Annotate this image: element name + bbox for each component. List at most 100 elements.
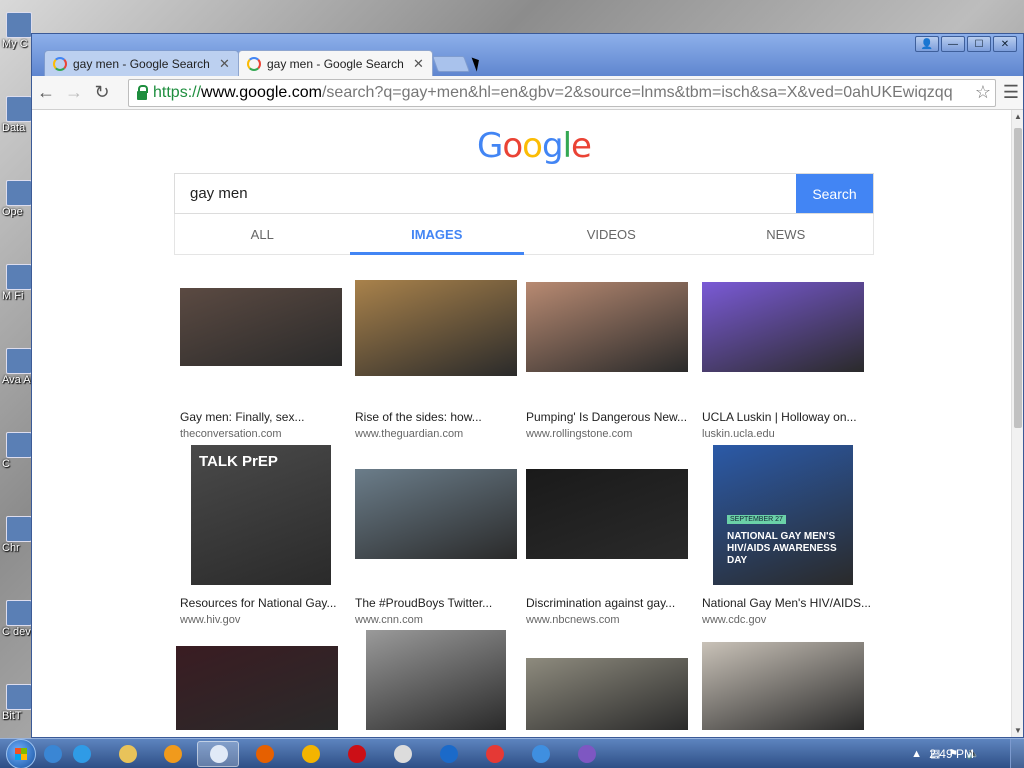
title-bar: gay men - Google Search ✕ gay men - Goog… (32, 34, 1023, 76)
shortcut-icon (6, 600, 32, 626)
mouse-cursor-icon (471, 55, 483, 72)
windows-logo-icon (15, 748, 27, 760)
tab-2[interactable]: gay men - Google Search ✕ (238, 50, 433, 76)
desktop-icon-label: C dev (2, 626, 31, 638)
minimize-button[interactable]: — (941, 36, 965, 52)
result-source[interactable]: www.hiv.gov (180, 614, 240, 626)
result-image[interactable]: TALK PrEP (191, 445, 331, 585)
google-favicon-icon (53, 56, 67, 71)
reload-button[interactable]: ↻ (88, 79, 116, 107)
result-source[interactable]: www.cdc.gov (702, 614, 766, 626)
shortcut-icon (6, 516, 32, 542)
app-purple-icon[interactable] (578, 745, 596, 763)
result-title[interactable]: Rise of the sides: how... (355, 410, 482, 424)
google-favicon-icon (247, 56, 261, 71)
back-button[interactable]: ← (32, 79, 60, 107)
search-nav-tabs: ALL IMAGES VIDEOS NEWS (174, 214, 874, 255)
firefox-icon[interactable] (256, 745, 274, 763)
desktop-icon-label: M Fi (2, 290, 24, 302)
desktop-icon-label: My C (2, 38, 28, 50)
show-desktop-button[interactable] (1010, 739, 1024, 768)
result-image[interactable] (355, 280, 517, 376)
app-ball-icon[interactable] (486, 745, 504, 763)
desktop-icon[interactable]: M Fi (0, 264, 34, 302)
result-source[interactable]: www.rollingstone.com (526, 428, 632, 440)
browser-toolbar: ← → ↻ https://www.google.com/search?q=ga… (32, 76, 1023, 110)
tab-news[interactable]: NEWS (699, 214, 874, 254)
browser-window: gay men - Google Search ✕ gay men - Goog… (31, 33, 1024, 738)
tab-all[interactable]: ALL (175, 214, 350, 254)
result-title[interactable]: The #ProudBoys Twitter... (355, 596, 492, 610)
tab-1[interactable]: gay men - Google Search ✕ (44, 50, 239, 76)
result-title[interactable]: UCLA Luskin | Holloway on... (702, 410, 857, 424)
result-image[interactable] (526, 282, 688, 372)
result-image[interactable]: SEPTEMBER 27 NATIONAL GAY MEN'S HIV/AIDS … (713, 445, 853, 585)
shortcut-icon (6, 348, 32, 374)
tab-close-icon[interactable]: ✕ (219, 56, 230, 72)
result-source[interactable]: luskin.ucla.edu (702, 428, 775, 440)
shortcut-icon (6, 96, 32, 122)
shortcut-icon (6, 180, 32, 206)
result-source[interactable]: www.nbcnews.com (526, 614, 620, 626)
result-image[interactable] (526, 469, 688, 559)
tab-videos[interactable]: VIDEOS (524, 214, 699, 254)
lock-icon (137, 84, 148, 100)
show-hidden-icon[interactable]: ▲ (911, 748, 922, 760)
result-image[interactable] (355, 469, 517, 559)
clock[interactable]: 2:49 PM (929, 747, 974, 761)
desktop-icon[interactable]: My C (0, 12, 34, 50)
search-box: Search (174, 173, 874, 214)
desktop-icon[interactable]: C (0, 432, 34, 470)
maximize-button[interactable]: ☐ (967, 36, 991, 52)
desktop-icon-label: BitT (2, 710, 22, 722)
desktop-icon[interactable]: Data (0, 96, 34, 134)
desktop-icon[interactable]: Chr (0, 516, 34, 554)
result-image[interactable] (366, 630, 506, 730)
start-button[interactable] (6, 739, 36, 768)
search-button[interactable]: Search (796, 174, 873, 213)
cdc-date-badge: SEPTEMBER 27 (727, 515, 786, 524)
close-window-button[interactable]: ✕ (993, 36, 1017, 52)
new-tab-button[interactable] (432, 56, 470, 72)
result-title[interactable]: Gay men: Finally, sex... (180, 410, 304, 424)
app-blue-icon[interactable] (532, 745, 550, 763)
search-input[interactable] (175, 174, 796, 213)
active-app-highlight[interactable] (197, 741, 239, 767)
result-image[interactable] (176, 646, 338, 730)
scroll-down-icon[interactable]: ▼ (1014, 726, 1022, 735)
menu-icon[interactable]: ☰ (1003, 82, 1019, 103)
tab-close-icon[interactable]: ✕ (413, 56, 424, 72)
media-player-icon[interactable] (164, 745, 182, 763)
result-image[interactable] (526, 658, 688, 730)
result-image[interactable] (702, 282, 864, 372)
result-source[interactable]: www.theguardian.com (355, 428, 463, 440)
opera-alt-icon[interactable] (394, 745, 412, 763)
ie-icon[interactable] (73, 745, 91, 763)
bookmark-star-icon[interactable]: ☆ (972, 82, 991, 103)
desktop-icon[interactable]: Ava An (0, 348, 34, 386)
tab-images[interactable]: IMAGES (349, 214, 525, 255)
outlook-icon[interactable] (440, 745, 458, 763)
result-title[interactable]: Resources for National Gay... (180, 596, 337, 610)
opera-icon[interactable] (348, 745, 366, 763)
windows-explorer-icon[interactable] (44, 745, 62, 763)
chrome-canary-icon[interactable] (302, 745, 320, 763)
desktop-icon[interactable]: Ope (0, 180, 34, 218)
vertical-scrollbar[interactable]: ▲ ▼ (1011, 110, 1023, 737)
result-source[interactable]: www.cnn.com (355, 614, 423, 626)
scroll-thumb[interactable] (1014, 128, 1022, 428)
desktop-icon[interactable]: C dev (0, 600, 34, 638)
result-title[interactable]: Pumping' Is Dangerous New... (526, 410, 687, 424)
result-image[interactable] (702, 642, 864, 730)
result-title[interactable]: National Gay Men's HIV/AIDS... (702, 596, 871, 610)
result-title[interactable]: Discrimination against gay... (526, 596, 675, 610)
address-bar[interactable]: https://www.google.com/search?q=gay+men&… (128, 79, 996, 107)
profile-button[interactable]: 👤 (915, 36, 939, 52)
result-image[interactable] (180, 288, 342, 366)
forward-button[interactable]: → (60, 79, 88, 107)
file-explorer-icon[interactable] (119, 745, 137, 763)
shortcut-icon (6, 12, 32, 38)
desktop-icon[interactable]: BitT (0, 684, 34, 722)
result-source[interactable]: theconversation.com (180, 428, 282, 440)
scroll-up-icon[interactable]: ▲ (1014, 112, 1022, 121)
